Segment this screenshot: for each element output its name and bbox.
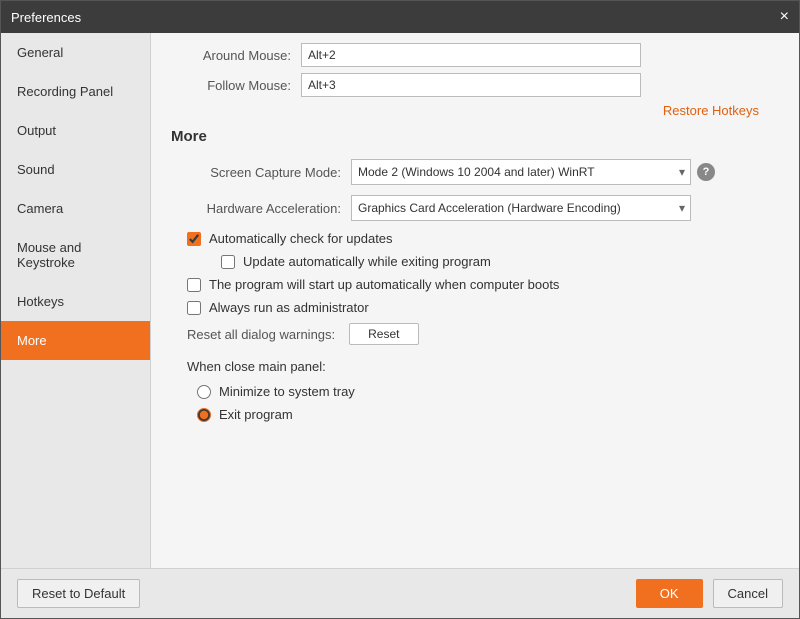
sidebar-item-output[interactable]: Output <box>1 111 150 150</box>
reset-dialog-row: Reset all dialog warnings: Reset <box>171 323 779 345</box>
more-title: More <box>171 128 779 145</box>
sidebar-item-more[interactable]: More <box>1 321 150 360</box>
when-close-label: When close main panel: <box>187 359 779 374</box>
sidebar-item-hotkeys[interactable]: Hotkeys <box>1 282 150 321</box>
close-button[interactable]: × <box>780 9 789 25</box>
window-title: Preferences <box>11 10 81 25</box>
when-close-section: When close main panel: Minimize to syste… <box>171 359 779 422</box>
auto-check-updates-row: Automatically check for updates <box>171 231 779 246</box>
more-section: More Screen Capture Mode: Mode 2 (Window… <box>171 128 779 422</box>
screen-capture-label: Screen Capture Mode: <box>171 165 351 180</box>
follow-mouse-row: Follow Mouse: <box>171 73 779 97</box>
sidebar-item-camera[interactable]: Camera <box>1 189 150 228</box>
scrollable-content: Around Mouse: Follow Mouse: Restore Hotk… <box>151 33 799 568</box>
follow-mouse-label: Follow Mouse: <box>171 78 301 93</box>
main-panel: Around Mouse: Follow Mouse: Restore Hotk… <box>151 33 799 568</box>
admin-checkbox[interactable] <box>187 301 201 315</box>
around-mouse-row: Around Mouse: <box>171 43 779 67</box>
startup-row: The program will start up automatically … <box>171 277 779 292</box>
minimize-radio[interactable] <box>197 385 211 399</box>
footer-left: Reset to Default <box>17 579 140 608</box>
ok-button[interactable]: OK <box>636 579 703 608</box>
sidebar-item-mouse-keystroke[interactable]: Mouse and Keystroke <box>1 228 150 282</box>
reset-to-default-button[interactable]: Reset to Default <box>17 579 140 608</box>
hardware-acceleration-dropdown[interactable]: Graphics Card Acceleration (Hardware Enc… <box>351 195 691 221</box>
follow-mouse-input[interactable] <box>301 73 641 97</box>
around-mouse-input[interactable] <box>301 43 641 67</box>
exit-radio[interactable] <box>197 408 211 422</box>
hardware-acceleration-dropdown-container: Graphics Card Acceleration (Hardware Enc… <box>351 195 691 221</box>
sidebar: General Recording Panel Output Sound Cam… <box>1 33 151 568</box>
exit-row: Exit program <box>187 407 779 422</box>
update-auto-label: Update automatically while exiting progr… <box>243 254 491 269</box>
content-area: General Recording Panel Output Sound Cam… <box>1 33 799 568</box>
around-mouse-label: Around Mouse: <box>171 48 301 63</box>
update-auto-checkbox[interactable] <box>221 255 235 269</box>
screen-capture-row: Screen Capture Mode: Mode 2 (Windows 10 … <box>171 159 779 185</box>
footer: Reset to Default OK Cancel <box>1 568 799 618</box>
minimize-label: Minimize to system tray <box>219 384 355 399</box>
titlebar: Preferences × <box>1 1 799 33</box>
restore-hotkeys-container: Restore Hotkeys <box>171 103 779 118</box>
admin-row: Always run as administrator <box>171 300 779 315</box>
auto-check-updates-label: Automatically check for updates <box>209 231 393 246</box>
exit-label: Exit program <box>219 407 293 422</box>
hardware-acceleration-row: Hardware Acceleration: Graphics Card Acc… <box>171 195 779 221</box>
preferences-window: Preferences × General Recording Panel Ou… <box>0 0 800 619</box>
sidebar-item-sound[interactable]: Sound <box>1 150 150 189</box>
reset-dialog-button[interactable]: Reset <box>349 323 418 345</box>
auto-check-updates-checkbox[interactable] <box>187 232 201 246</box>
hardware-acceleration-label: Hardware Acceleration: <box>171 201 351 216</box>
minimize-row: Minimize to system tray <box>187 384 779 399</box>
screen-capture-dropdown-container: Mode 2 (Windows 10 2004 and later) WinRT… <box>351 159 691 185</box>
hotkeys-partial: Around Mouse: Follow Mouse: Restore Hotk… <box>171 43 779 118</box>
update-auto-row: Update automatically while exiting progr… <box>171 254 779 269</box>
admin-label: Always run as administrator <box>209 300 369 315</box>
screen-capture-dropdown[interactable]: Mode 2 (Windows 10 2004 and later) WinRT… <box>351 159 691 185</box>
startup-checkbox[interactable] <box>187 278 201 292</box>
screen-capture-help-icon[interactable]: ? <box>697 163 715 181</box>
startup-label: The program will start up automatically … <box>209 277 559 292</box>
footer-right: OK Cancel <box>636 579 783 608</box>
restore-hotkeys-link[interactable]: Restore Hotkeys <box>663 103 759 118</box>
screen-capture-wrapper: Mode 2 (Windows 10 2004 and later) WinRT… <box>351 159 715 185</box>
sidebar-item-general[interactable]: General <box>1 33 150 72</box>
sidebar-item-recording-panel[interactable]: Recording Panel <box>1 72 150 111</box>
reset-dialog-label: Reset all dialog warnings: <box>187 327 335 342</box>
cancel-button[interactable]: Cancel <box>713 579 783 608</box>
